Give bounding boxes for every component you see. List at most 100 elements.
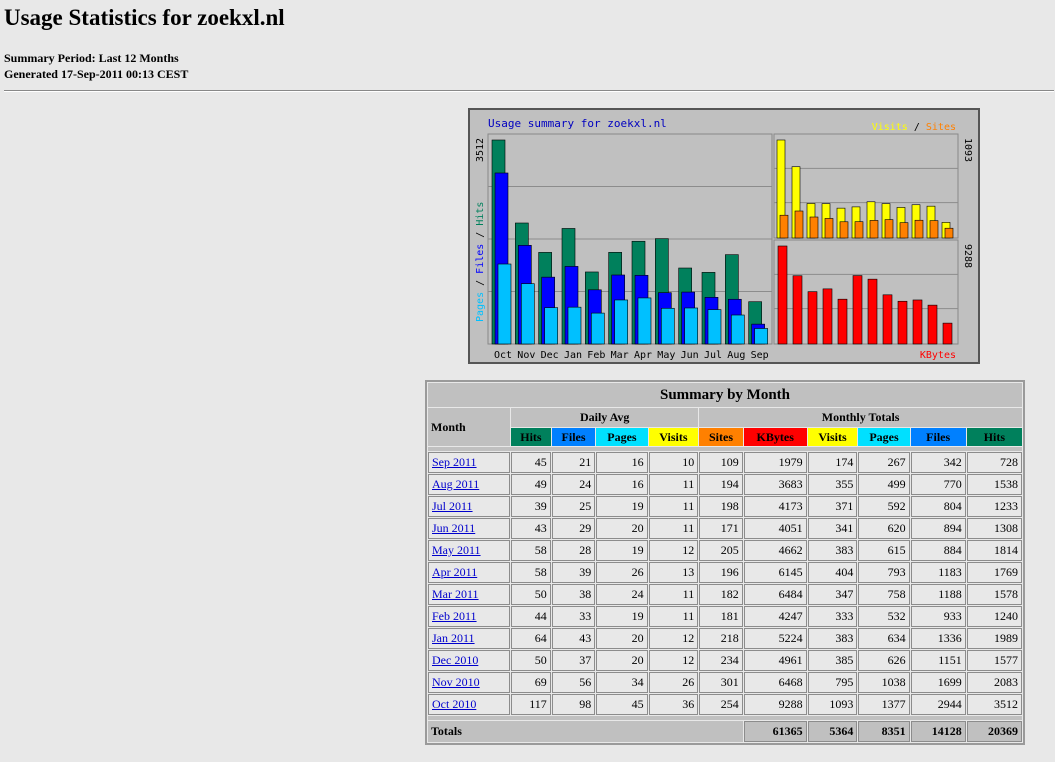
table-cell: 20	[596, 518, 648, 539]
table-cell: 109	[699, 452, 743, 473]
table-cell: 1093	[807, 694, 858, 715]
table-cell: 1183	[910, 562, 966, 583]
table-row: May 2011 58 28 19 12 205 4662 383 615 884 1814	[428, 540, 1022, 561]
header-rule	[4, 90, 1054, 92]
kbytes-bar	[927, 304, 938, 345]
col-total-visits: Visits	[807, 428, 858, 446]
month-column-header: Month	[428, 408, 511, 446]
month-labels: Oct Nov Dec Jan Feb Mar Apr May Jun Jul Aug Sep	[494, 350, 769, 361]
table-cell: 10	[648, 452, 699, 473]
table-cell: 626	[858, 650, 910, 671]
table-cell: 355	[807, 474, 858, 495]
month-link[interactable]: Oct 2010	[432, 697, 476, 711]
table-cell: 29	[551, 518, 596, 539]
col-daily-pages: Pages	[596, 428, 648, 446]
month-link[interactable]: Feb 2011	[432, 609, 477, 623]
table-cell: 804	[910, 496, 966, 517]
table-cell: 333	[807, 606, 858, 627]
table-cell: 181	[699, 606, 743, 627]
table-cell: 4173	[743, 496, 807, 517]
sites-bar	[914, 219, 924, 239]
spacer-cell	[428, 716, 1022, 720]
table-cell: 2944	[910, 694, 966, 715]
left-axis-legend: Pages / Files / Hits	[475, 202, 486, 322]
totals-row: Totals 61365 5364 8351 14128 20369	[428, 721, 1022, 742]
totals-files: 14128	[910, 721, 966, 742]
table-cell: 13	[648, 562, 699, 583]
month-tick-label: May	[657, 350, 675, 361]
table-cell: 1538	[966, 474, 1022, 495]
month-link[interactable]: Mar 2011	[432, 587, 479, 601]
kbytes-bar	[792, 275, 803, 345]
month-tick-label: Jun	[681, 350, 699, 361]
monthly-totals-header: Monthly Totals	[699, 408, 1022, 427]
table-cell: 56	[551, 672, 596, 693]
table-cell: 5224	[743, 628, 807, 649]
month-tick-label: Nov	[517, 350, 535, 361]
table-cell: 341	[807, 518, 858, 539]
chart-canvas: Usage summary for zoekxl.nl Visits / Sit…	[475, 117, 973, 361]
table-row: Jan 2011 64 43 20 12 218 5224 383 634 1336 1989	[428, 628, 1022, 649]
table-cell: 37	[551, 650, 596, 671]
col-total-files: Files	[910, 428, 966, 446]
month-link[interactable]: Aug 2011	[432, 477, 479, 491]
table-cell: 254	[699, 694, 743, 715]
month-cell: Jan 2011	[428, 628, 511, 649]
pages-bar	[591, 312, 605, 345]
month-tick-label: Jul	[704, 350, 722, 361]
pages-bar	[731, 314, 745, 345]
table-row: Jul 2011 39 25 19 11 198 4173 371 592 804 1233	[428, 496, 1022, 517]
table-cell: 4662	[743, 540, 807, 561]
sites-bar	[839, 221, 849, 239]
legend-sites: Sites	[926, 122, 956, 133]
month-cell: May 2011	[428, 540, 511, 561]
pages-bar	[661, 307, 675, 345]
table-cell: 117	[511, 694, 551, 715]
month-tick-label: Apr	[634, 350, 652, 361]
month-link[interactable]: Jun 2011	[432, 521, 475, 535]
table-cell: 4961	[743, 650, 807, 671]
table-cell: 267	[858, 452, 910, 473]
table-cell: 218	[699, 628, 743, 649]
table-cell: 1336	[910, 628, 966, 649]
table-cell: 404	[807, 562, 858, 583]
table-row: Feb 2011 44 33 19 11 181 4247 333 532 933 1240	[428, 606, 1022, 627]
table-cell: 45	[511, 452, 551, 473]
table-cell: 33	[551, 606, 596, 627]
spacer-cell	[428, 447, 1022, 451]
kbytes-bar	[837, 298, 848, 345]
table-cell: 182	[699, 584, 743, 605]
month-cell: Dec 2010	[428, 650, 511, 671]
table-cell: 620	[858, 518, 910, 539]
month-link[interactable]: May 2011	[432, 543, 481, 557]
month-link[interactable]: Jan 2011	[432, 631, 475, 645]
table-body: Sep 2011 45 21 16 10 109 1979 174 267 342 728 Aug 2…	[428, 452, 1022, 715]
column-header-row: Hits Files Pages Visits Sites KBytes Vis…	[428, 428, 1022, 446]
sites-bar	[884, 219, 894, 239]
table-cell: 4247	[743, 606, 807, 627]
usage-summary-chart: Usage summary for zoekxl.nl Visits / Sit…	[468, 108, 980, 364]
month-link[interactable]: Apr 2011	[432, 565, 477, 579]
table-cell: 174	[807, 452, 858, 473]
table-cell: 171	[699, 518, 743, 539]
legend-files: Files	[475, 244, 486, 274]
table-cell: 795	[807, 672, 858, 693]
table-cell: 9288	[743, 694, 807, 715]
summary-by-month: Summary by Month Month Daily Avg Monthly…	[425, 380, 1025, 745]
sites-bar	[944, 227, 954, 239]
month-cell: Oct 2010	[428, 694, 511, 715]
table-row: Dec 2010 50 37 20 12 234 4961 385 626 1151 1577	[428, 650, 1022, 671]
table-cell: 1578	[966, 584, 1022, 605]
month-link[interactable]: Sep 2011	[432, 455, 477, 469]
month-cell: Sep 2011	[428, 452, 511, 473]
table-cell: 758	[858, 584, 910, 605]
table-cell: 16	[596, 474, 648, 495]
sites-bar	[779, 214, 789, 239]
table-cell: 49	[511, 474, 551, 495]
table-row: Sep 2011 45 21 16 10 109 1979 174 267 342 728	[428, 452, 1022, 473]
table-cell: 1699	[910, 672, 966, 693]
month-link[interactable]: Jul 2011	[432, 499, 473, 513]
month-tick-label: Mar	[611, 350, 629, 361]
month-link[interactable]: Dec 2010	[432, 653, 478, 667]
month-link[interactable]: Nov 2010	[432, 675, 480, 689]
